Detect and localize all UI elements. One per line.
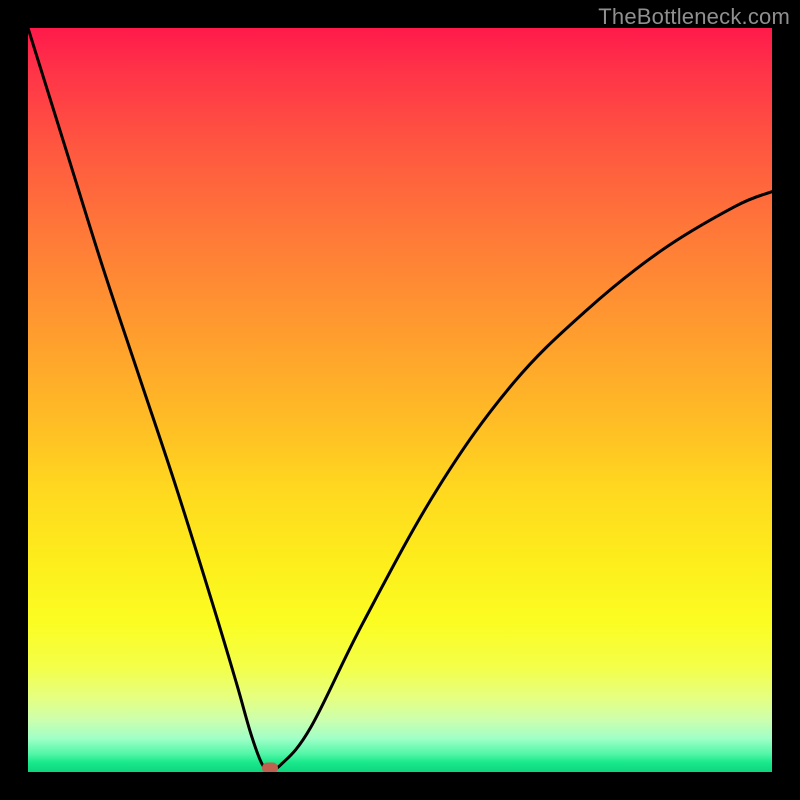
plot-area bbox=[28, 28, 772, 772]
bottleneck-curve bbox=[28, 28, 772, 772]
chart-frame: TheBottleneck.com bbox=[0, 0, 800, 800]
watermark-text: TheBottleneck.com bbox=[598, 4, 790, 30]
minimum-marker-icon bbox=[262, 763, 278, 772]
